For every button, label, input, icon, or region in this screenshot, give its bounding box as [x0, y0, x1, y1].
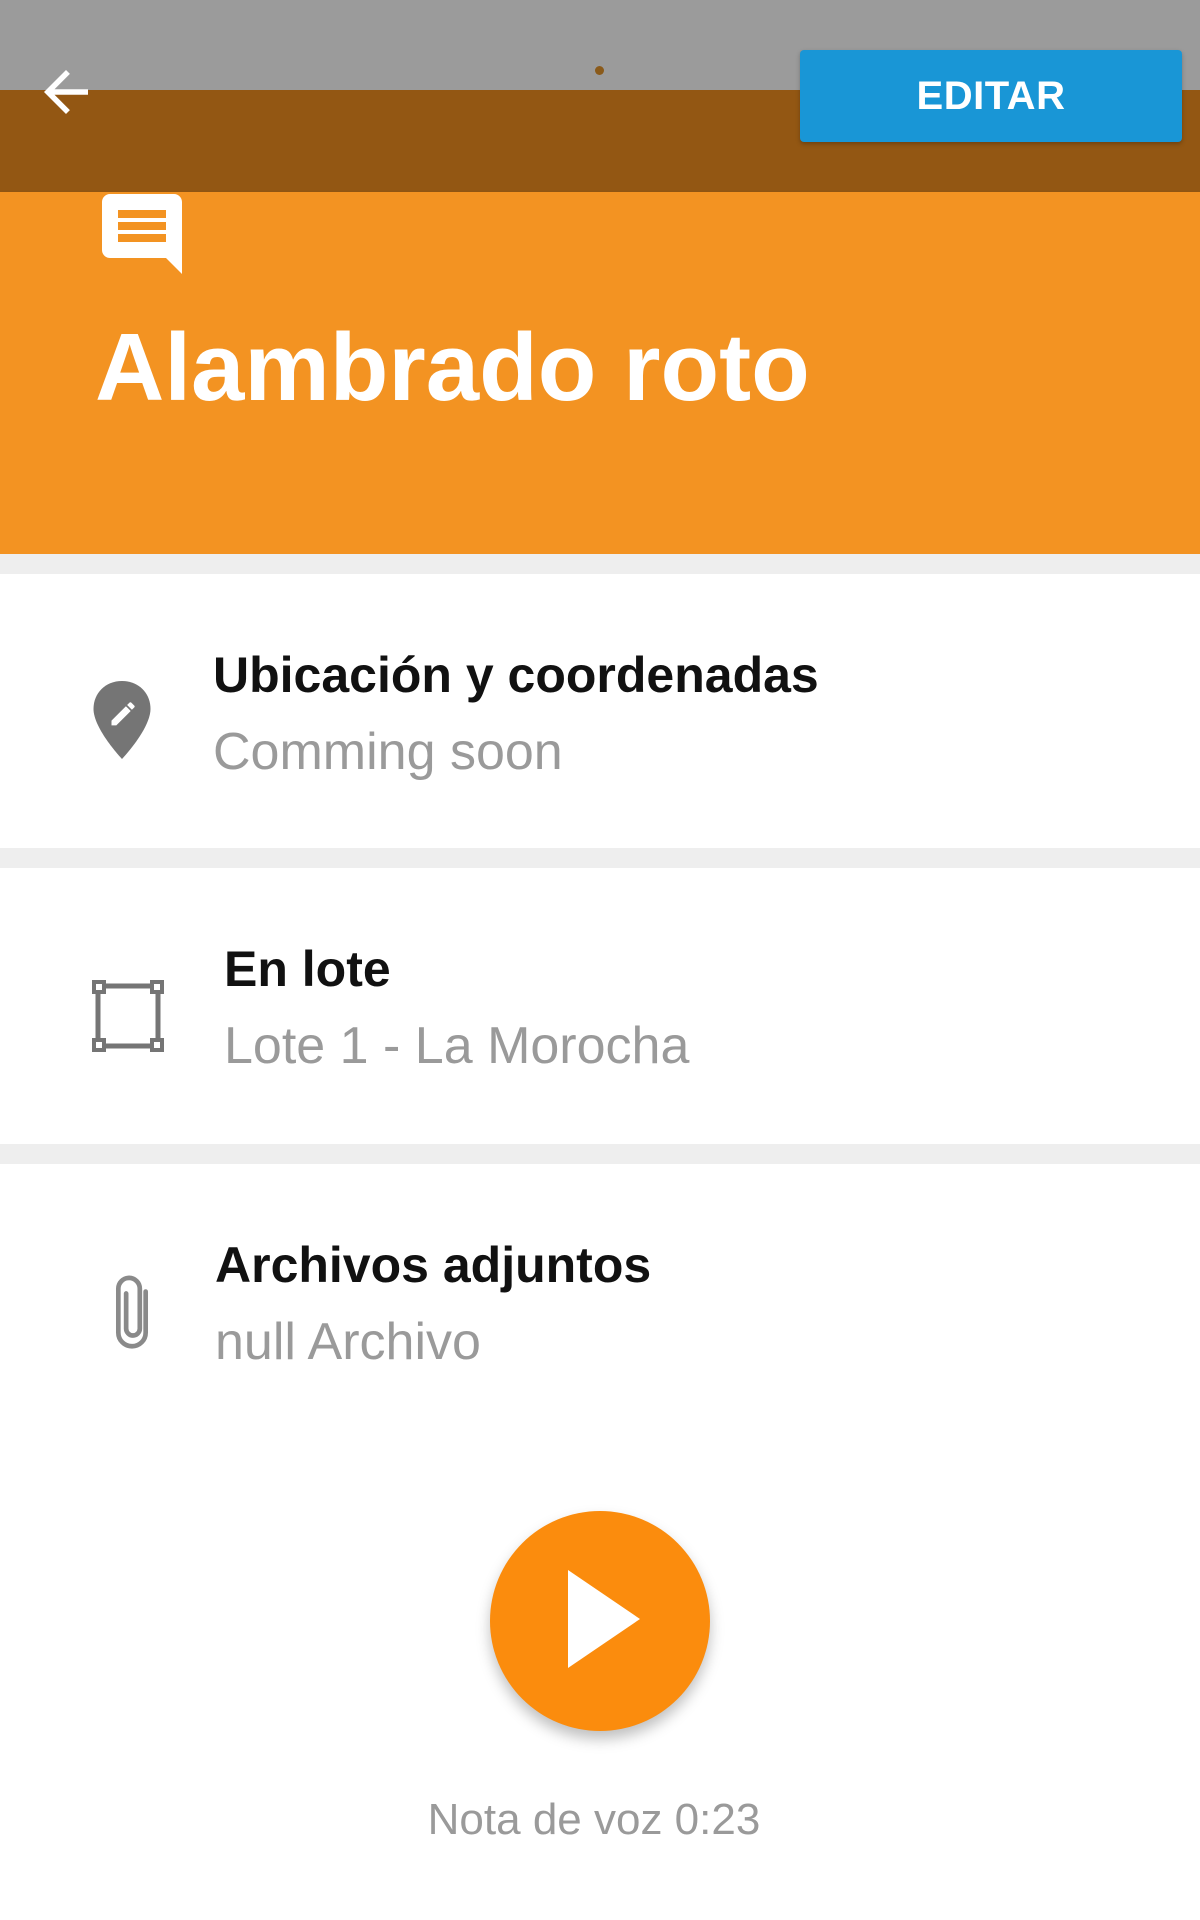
- page-title: Alambrado roto: [95, 314, 810, 421]
- back-button[interactable]: [20, 48, 112, 140]
- play-button[interactable]: [490, 1511, 710, 1731]
- row-title: Ubicación y coordenadas: [213, 647, 819, 703]
- row-title: En lote: [224, 941, 391, 997]
- voice-note-label: Nota de voz 0:23: [427, 1795, 761, 1844]
- boundary-square-icon: [92, 980, 164, 1057]
- arrow-back-icon: [33, 59, 99, 130]
- play-icon: [552, 1564, 648, 1679]
- row-subtitle: Comming soon: [213, 723, 563, 781]
- row-subtitle: null Archivo: [215, 1313, 481, 1371]
- location-edit-icon: [86, 678, 158, 767]
- row-title: Archivos adjuntos: [215, 1237, 652, 1293]
- divider: [0, 1144, 1200, 1164]
- divider: [0, 848, 1200, 868]
- list-item-attachments[interactable]: Archivos adjuntos null Archivo: [0, 1164, 1200, 1434]
- screen: EDITAR Alambrado roto Ubicación y coorde…: [0, 0, 1200, 1920]
- paperclip-icon: [108, 1274, 156, 1361]
- row-subtitle: Lote 1 - La Morocha: [224, 1017, 690, 1075]
- camera-dot: [595, 66, 604, 75]
- divider: [0, 554, 1200, 574]
- edit-button[interactable]: EDITAR: [800, 50, 1182, 142]
- header: Alambrado roto: [0, 192, 1200, 554]
- comment-icon: [94, 186, 190, 287]
- list-item-location[interactable]: Ubicación y coordenadas Comming soon: [0, 574, 1200, 848]
- list-item-lote[interactable]: En lote Lote 1 - La Morocha: [0, 868, 1200, 1144]
